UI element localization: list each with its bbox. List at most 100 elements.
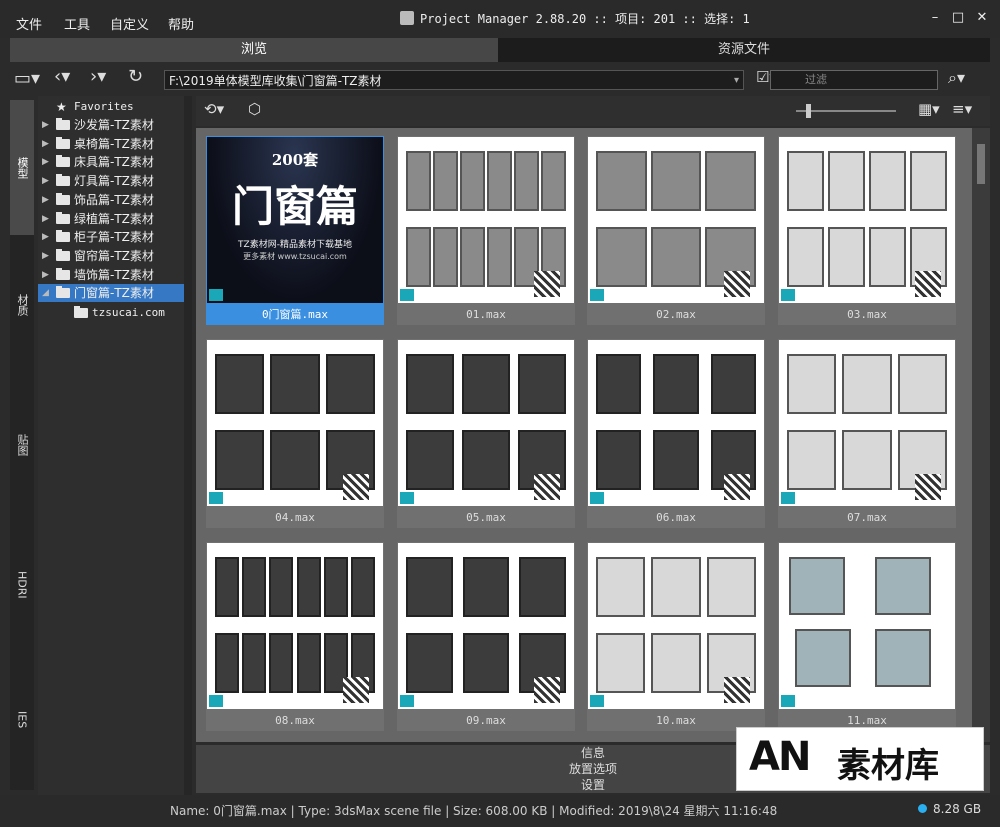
folder-icon xyxy=(56,192,70,205)
thumbnail-tile[interactable]: 01.max xyxy=(397,136,575,325)
close-button[interactable]: ✕ xyxy=(972,10,992,25)
qr-code-icon xyxy=(915,271,941,297)
tree-item-folder[interactable]: ▶ 灯具篇-TZ素材 xyxy=(38,172,184,190)
sort-icon[interactable]: ≡▾ xyxy=(952,100,972,118)
chevron-down-icon[interactable]: ◢ xyxy=(42,284,49,302)
thumbnail-tile[interactable]: 10.max xyxy=(587,542,765,731)
door-thumbnail-shape xyxy=(487,227,512,287)
thumbnail-tile[interactable]: 04.max xyxy=(206,339,384,528)
vtab-texture[interactable]: 贴图 xyxy=(10,380,34,510)
thumbnail-tile[interactable]: 02.max xyxy=(587,136,765,325)
thumbnail-tile[interactable]: 08.max xyxy=(206,542,384,731)
folder-icon xyxy=(56,267,70,280)
tree-label: 门窗篇-TZ素材 xyxy=(74,286,154,301)
thumbnail-tile[interactable]: 200套 门窗篇 TZ素材网-精品素材下载基地 更多素材 www.tzsucai.co… xyxy=(206,136,384,325)
door-thumbnail-shape xyxy=(270,354,320,414)
tree-item-folder[interactable]: ▶ 饰品篇-TZ素材 xyxy=(38,191,184,209)
refresh-icon[interactable]: ↻ xyxy=(128,66,143,87)
thumbnail-filename: 04.max xyxy=(275,511,315,524)
tree-label: tzsucai.com xyxy=(92,306,165,319)
chevron-right-icon[interactable]: ▶ xyxy=(42,172,49,190)
door-thumbnail-shape xyxy=(869,227,906,287)
grid-view-icon[interactable]: ▦▾ xyxy=(918,100,940,118)
vertical-tab-bar: 模型 材质 贴图 HDRI IES xyxy=(10,100,34,790)
thumbnail-size-slider[interactable] xyxy=(796,110,896,112)
vtab-hdri[interactable]: HDRI xyxy=(10,520,34,650)
chevron-right-icon[interactable]: ▶ xyxy=(42,210,49,228)
cover-line1: TZ素材网-精品素材下载基地 xyxy=(238,240,352,250)
3dsmax-file-icon xyxy=(781,289,795,301)
tab-assets[interactable]: 资源文件 xyxy=(498,38,990,62)
disk-space: 8.28 GB xyxy=(918,802,981,816)
thumbnail-tile[interactable]: 07.max xyxy=(778,339,956,528)
door-thumbnail-shape xyxy=(242,633,267,693)
tree-item-folder[interactable]: ▶ 柜子篇-TZ素材 xyxy=(38,228,184,246)
vtab-material[interactable]: 材质 xyxy=(10,240,34,370)
thumbnail-grid: 200套 门窗篇 TZ素材网-精品素材下载基地 更多素材 www.tzsucai.co… xyxy=(196,128,972,742)
maximize-button[interactable]: □ xyxy=(948,10,968,25)
path-input[interactable]: F:\2019单体模型库收集\门窗篇-TZ素材 ▾ xyxy=(164,70,744,90)
window-title: Project Manager 2.88.20 :: 项目: 201 :: 选择… xyxy=(400,10,750,27)
tree-item-folder[interactable]: ◢ 门窗篇-TZ素材 xyxy=(38,284,184,303)
thumbnail-tile[interactable]: 03.max xyxy=(778,136,956,325)
chevron-right-icon[interactable]: ▶ xyxy=(42,228,49,246)
3dsmax-file-icon xyxy=(781,695,795,707)
qr-code-icon xyxy=(534,271,560,297)
tree-item-folder[interactable]: ▶ 桌椅篇-TZ素材 xyxy=(38,135,184,153)
watermark-text: 素材库 xyxy=(837,746,939,786)
box-model-icon[interactable]: ⬡ xyxy=(248,100,261,118)
qr-code-icon xyxy=(534,677,560,703)
minimize-button[interactable]: – xyxy=(925,10,945,25)
door-thumbnail-shape xyxy=(596,633,646,693)
chevron-right-icon[interactable]: ▶ xyxy=(42,135,49,153)
door-thumbnail-shape xyxy=(519,557,566,617)
slider-handle[interactable] xyxy=(806,104,811,118)
folder-icon xyxy=(56,174,70,187)
tree-item-folder[interactable]: ▶ 床具篇-TZ素材 xyxy=(38,153,184,171)
vtab-model[interactable]: 模型 xyxy=(10,100,34,235)
turnstile-thumbnail-shape xyxy=(795,629,851,687)
tab-browse[interactable]: 浏览 xyxy=(10,38,498,62)
sync-icon[interactable]: ⟲▾ xyxy=(204,100,224,118)
tree-item-folder[interactable]: ▶ 墙饰篇-TZ素材 xyxy=(38,266,184,284)
tree-item-folder[interactable]: ▶ 沙发篇-TZ素材 xyxy=(38,116,184,134)
watermark-mark: AN xyxy=(749,734,811,780)
menu-tools[interactable]: 工具 xyxy=(64,14,90,33)
menu-customize[interactable]: 自定义 xyxy=(110,14,149,33)
panel-splitter[interactable] xyxy=(184,96,192,796)
vtab-ies[interactable]: IES xyxy=(10,660,34,780)
filter-input[interactable]: 过滤 xyxy=(770,70,938,90)
thumbnail-tile[interactable]: 05.max xyxy=(397,339,575,528)
tree-label: 窗帘篇-TZ素材 xyxy=(74,248,154,263)
tree-item-folder[interactable]: ▶ 绿植篇-TZ素材 xyxy=(38,210,184,228)
door-thumbnail-shape xyxy=(296,633,321,693)
tree-item-favorites[interactable]: ★ Favorites xyxy=(38,98,184,116)
menu-file[interactable]: 文件 xyxy=(16,14,42,33)
thumbnail-image xyxy=(207,340,383,506)
door-thumbnail-shape xyxy=(350,557,375,617)
folder-icon xyxy=(56,136,70,149)
door-thumbnail-shape xyxy=(460,151,485,211)
grid-toolbar: ⟲▾ ⬡ ▦▾ ≡▾ xyxy=(196,96,990,126)
folder-menu-icon[interactable]: ▭▾ xyxy=(14,68,40,89)
3dsmax-file-icon xyxy=(400,289,414,301)
menu-help[interactable]: 帮助 xyxy=(168,14,194,33)
back-arrow-icon[interactable]: ‹▾ xyxy=(54,66,70,87)
chevron-right-icon[interactable]: ▶ xyxy=(42,116,49,134)
forward-arrow-icon[interactable]: ›▾ xyxy=(90,66,106,87)
thumbnail-tile[interactable]: 11.max xyxy=(778,542,956,731)
tree-label: 墙饰篇-TZ素材 xyxy=(74,267,154,282)
chevron-down-icon[interactable]: ▾ xyxy=(734,71,739,91)
chevron-right-icon[interactable]: ▶ xyxy=(42,247,49,265)
chevron-right-icon[interactable]: ▶ xyxy=(42,153,49,171)
tree-item-subfolder[interactable]: tzsucai.com xyxy=(38,304,184,322)
search-icon[interactable]: ⌕▾ xyxy=(948,68,965,88)
scrollbar-thumb[interactable] xyxy=(977,144,985,184)
chevron-right-icon[interactable]: ▶ xyxy=(42,266,49,284)
chevron-right-icon[interactable]: ▶ xyxy=(42,191,49,209)
vertical-scrollbar[interactable] xyxy=(972,128,990,742)
thumbnail-tile[interactable]: 06.max xyxy=(587,339,765,528)
3dsmax-file-icon xyxy=(209,695,223,707)
thumbnail-tile[interactable]: 09.max xyxy=(397,542,575,731)
tree-item-folder[interactable]: ▶ 窗帘篇-TZ素材 xyxy=(38,247,184,265)
